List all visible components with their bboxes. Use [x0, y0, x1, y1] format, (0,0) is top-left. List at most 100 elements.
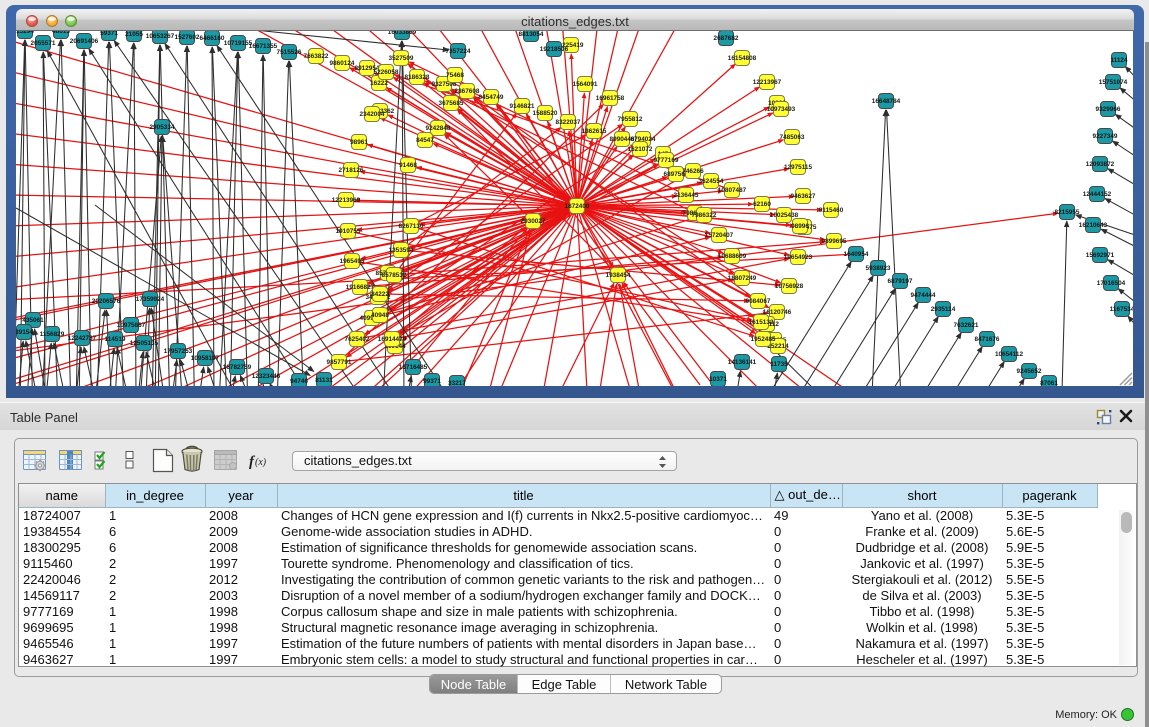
svg-text:9860124: 9860124: [330, 60, 355, 67]
svg-text:1167534: 1167534: [1110, 306, 1133, 313]
svg-text:39154: 39154: [16, 329, 33, 336]
svg-text:10654112: 10654112: [995, 351, 1024, 358]
svg-text:19218506: 19218506: [540, 46, 569, 53]
svg-text:5226058: 5226058: [374, 69, 399, 76]
svg-text:15720407: 15720407: [705, 232, 734, 239]
svg-text:84547: 84547: [416, 137, 434, 144]
svg-text:21055: 21055: [125, 31, 143, 38]
svg-text:12213969: 12213969: [332, 197, 361, 204]
svg-text:10688609: 10688609: [718, 253, 747, 260]
svg-text:9329966: 9329966: [1096, 106, 1121, 113]
svg-text:87061: 87061: [1040, 380, 1058, 386]
svg-text:8186328: 8186328: [405, 74, 430, 81]
svg-text:1588520: 1588520: [533, 110, 558, 117]
svg-text:(x): (x): [255, 457, 267, 468]
svg-text:12444152: 12444152: [1083, 191, 1112, 198]
svg-text:94746: 94746: [290, 378, 308, 385]
svg-text:17016504: 17016504: [1097, 280, 1126, 287]
svg-text:16648784: 16648784: [872, 98, 901, 105]
svg-text:7625402: 7625402: [345, 336, 370, 343]
svg-text:10973493: 10973493: [767, 106, 796, 113]
svg-text:8471676: 8471676: [975, 336, 1000, 343]
svg-text:9777169: 9777169: [654, 157, 679, 164]
svg-text:10958107: 10958107: [191, 355, 220, 362]
svg-text:2136445: 2136445: [674, 192, 699, 199]
svg-text:8813054: 8813054: [519, 31, 544, 38]
svg-text:12242737: 12242737: [68, 335, 97, 342]
svg-text:16961758: 16961758: [596, 95, 625, 102]
svg-text:81131: 81131: [315, 377, 333, 384]
svg-text:17359924: 17359924: [136, 296, 165, 303]
svg-text:8267130: 8267130: [399, 223, 424, 230]
svg-text:2930027: 2930027: [521, 218, 546, 225]
svg-text:15692971: 15692971: [1086, 252, 1115, 259]
svg-text:99371: 99371: [423, 378, 441, 385]
svg-text:1965493: 1965493: [340, 258, 365, 265]
svg-text:5938923: 5938923: [866, 265, 891, 272]
svg-text:7357224: 7357224: [446, 48, 471, 55]
svg-text:9227349: 9227349: [1093, 133, 1118, 140]
svg-text:12213967: 12213967: [753, 79, 782, 86]
svg-text:48613: 48613: [52, 31, 70, 35]
svg-text:16033809: 16033809: [388, 31, 417, 36]
svg-text:114519: 114519: [105, 336, 126, 343]
svg-text:14136141: 14136141: [728, 359, 757, 366]
svg-text:16222: 16222: [370, 80, 388, 87]
svg-text:7515526: 7515526: [277, 49, 302, 56]
svg-text:20206576: 20206576: [92, 298, 121, 305]
svg-text:9115460: 9115460: [819, 207, 844, 214]
svg-text:98996: 98996: [791, 223, 809, 230]
svg-text:7663822: 7663822: [304, 53, 329, 60]
svg-text:1527602: 1527602: [175, 34, 200, 41]
svg-text:2718126: 2718126: [339, 167, 364, 174]
svg-text:9245652: 9245652: [1017, 368, 1042, 375]
svg-text:9857791: 9857791: [327, 359, 352, 366]
svg-text:33217: 33217: [448, 380, 466, 386]
svg-text:16154808: 16154808: [728, 55, 757, 62]
svg-text:1156829: 1156829: [40, 331, 65, 338]
svg-text:1872400: 1872400: [565, 203, 590, 210]
svg-text:3624554: 3624554: [699, 178, 724, 185]
svg-text:84222: 84222: [371, 291, 389, 298]
svg-text:1952485: 1952485: [751, 336, 776, 343]
svg-text:8322037: 8322037: [556, 119, 581, 126]
svg-text:12505135: 12505135: [130, 340, 159, 347]
svg-text:16782759: 16782759: [223, 364, 252, 371]
svg-text:3675685: 3675685: [439, 100, 464, 107]
svg-text:19166827: 19166827: [346, 284, 375, 291]
svg-text:6879197: 6879197: [888, 278, 913, 285]
svg-text:40948: 40948: [371, 312, 389, 319]
svg-text:91468: 91468: [399, 162, 417, 169]
svg-text:2342004: 2342004: [360, 111, 385, 118]
svg-text:75468: 75468: [446, 72, 464, 79]
svg-text:8578532: 8578532: [382, 272, 407, 279]
svg-text:8215955: 8215955: [1055, 209, 1080, 216]
svg-text:9146821: 9146821: [510, 103, 535, 110]
svg-text:7485063: 7485063: [780, 134, 805, 141]
svg-text:3527509: 3527509: [389, 55, 414, 62]
svg-text:15294: 15294: [16, 31, 34, 35]
svg-text:12093872: 12093872: [1086, 161, 1115, 168]
svg-text:435061: 435061: [22, 317, 44, 324]
svg-text:1362615: 1362615: [582, 128, 607, 135]
svg-text:2867608: 2867608: [455, 88, 480, 95]
svg-text:10025438: 10025438: [770, 212, 799, 219]
svg-text:10371: 10371: [709, 376, 727, 383]
svg-text:19654923: 19654923: [784, 254, 813, 261]
svg-text:15716485: 15716485: [399, 364, 428, 371]
svg-text:10756928: 10756928: [775, 283, 804, 290]
svg-text:16914479: 16914479: [378, 336, 407, 343]
svg-text:98961: 98961: [350, 139, 368, 146]
svg-text:2055571: 2055571: [31, 40, 56, 47]
svg-text:15751074: 15751074: [1099, 79, 1128, 86]
svg-text:10975867: 10975867: [117, 322, 146, 329]
svg-text:6466160: 6466160: [200, 35, 225, 42]
svg-text:16671355: 16671355: [249, 43, 278, 50]
svg-text:9899695: 9899695: [822, 238, 847, 245]
svg-text:2905334: 2905334: [150, 124, 175, 131]
svg-text:16210643: 16210643: [1079, 222, 1108, 229]
svg-text:7986322: 7986322: [692, 212, 717, 219]
svg-text:1621072: 1621072: [628, 146, 653, 153]
svg-text:18807249: 18807249: [728, 275, 757, 282]
svg-text:1353594: 1353594: [389, 247, 414, 254]
